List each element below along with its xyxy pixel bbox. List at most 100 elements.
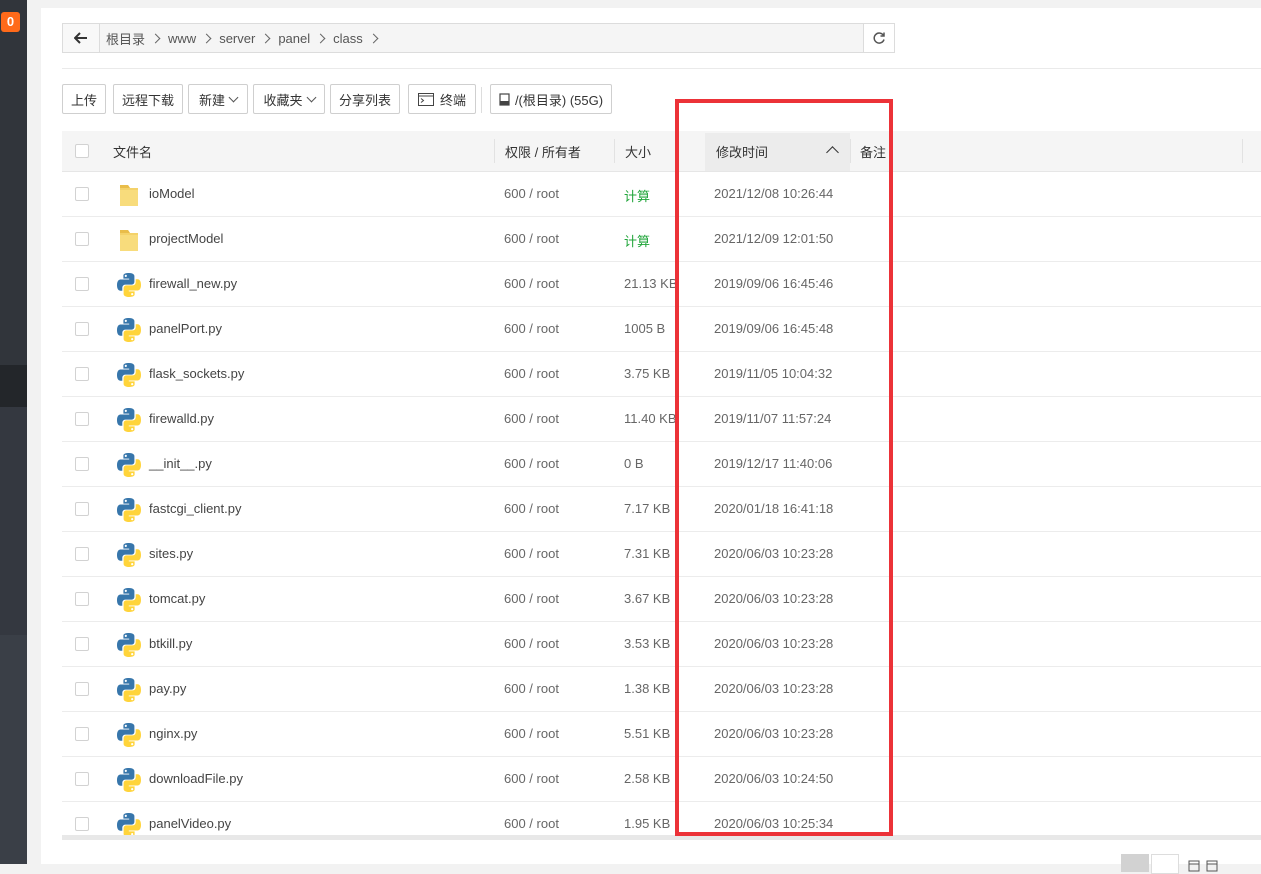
pagination-button[interactable]: [1151, 854, 1179, 874]
file-row[interactable]: panelVideo.py 600 / root 1.95 KB 2020/06/03…: [62, 802, 1261, 836]
file-permission[interactable]: 600 / root: [504, 321, 559, 336]
back-button[interactable]: [63, 24, 100, 52]
view-mode-icon[interactable]: [1188, 858, 1228, 872]
python-file-icon[interactable]: [116, 767, 142, 793]
python-file-icon[interactable]: [116, 542, 142, 568]
file-name[interactable]: panelVideo.py: [149, 816, 231, 831]
file-row[interactable]: tomcat.py 600 / root 3.67 KB 2020/06/03 10:…: [62, 577, 1261, 622]
python-file-icon[interactable]: [116, 362, 142, 388]
file-permission[interactable]: 600 / root: [504, 591, 559, 606]
file-name[interactable]: flask_sockets.py: [149, 366, 244, 381]
notification-badge[interactable]: 0: [1, 12, 20, 32]
column-header-name[interactable]: 文件名: [113, 131, 152, 171]
row-checkbox[interactable]: [75, 187, 89, 201]
file-row[interactable]: downloadFile.py 600 / root 2.58 KB 2020/06/…: [62, 757, 1261, 802]
row-checkbox[interactable]: [75, 682, 89, 696]
breadcrumb-item[interactable]: 根目录: [100, 29, 162, 48]
file-name[interactable]: pay.py: [149, 681, 186, 696]
file-permission[interactable]: 600 / root: [504, 276, 559, 291]
file-row[interactable]: firewall_new.py 600 / root 21.13 KB 2019/09…: [62, 262, 1261, 307]
file-permission[interactable]: 600 / root: [504, 231, 559, 246]
python-file-icon[interactable]: [116, 452, 142, 478]
file-name[interactable]: panelPort.py: [149, 321, 222, 336]
file-permission[interactable]: 600 / root: [504, 546, 559, 561]
pagination-current[interactable]: [1121, 854, 1149, 872]
file-permission[interactable]: 600 / root: [504, 411, 559, 426]
favorites-dropdown-button[interactable]: 收藏夹: [253, 84, 325, 114]
column-header-mtime[interactable]: 修改时间: [716, 131, 768, 171]
terminal-button[interactable]: 终端: [408, 84, 476, 114]
share-list-button[interactable]: 分享列表: [330, 84, 400, 114]
upload-button[interactable]: 上传: [62, 84, 106, 114]
breadcrumb-item[interactable]: www: [162, 31, 213, 46]
row-checkbox[interactable]: [75, 727, 89, 741]
column-header-permission[interactable]: 权限 / 所有者: [505, 131, 581, 171]
select-all-checkbox[interactable]: [75, 144, 89, 158]
file-row[interactable]: sites.py 600 / root 7.31 KB 2020/06/03 10:2…: [62, 532, 1261, 577]
file-name[interactable]: fastcgi_client.py: [149, 501, 242, 516]
refresh-button[interactable]: [863, 23, 895, 53]
python-file-icon[interactable]: [116, 272, 142, 298]
file-name[interactable]: firewall_new.py: [149, 276, 237, 291]
file-row[interactable]: flask_sockets.py 600 / root 3.75 KB 2019/11…: [62, 352, 1261, 397]
disk-button[interactable]: /(根目录) (55G): [490, 84, 612, 114]
horizontal-scrollbar[interactable]: [62, 835, 1261, 840]
python-file-icon[interactable]: [116, 317, 142, 343]
file-size[interactable]: 计算: [624, 231, 676, 250]
file-name[interactable]: sites.py: [149, 546, 193, 561]
row-checkbox[interactable]: [75, 547, 89, 561]
row-checkbox[interactable]: [75, 502, 89, 516]
file-name[interactable]: ioModel: [149, 186, 195, 201]
file-row[interactable]: __init__.py 600 / root 0 B 2019/12/17 11:40…: [62, 442, 1261, 487]
python-file-icon[interactable]: [116, 497, 142, 523]
column-header-size[interactable]: 大小: [625, 131, 651, 171]
file-permission[interactable]: 600 / root: [504, 501, 559, 516]
file-row[interactable]: firewalld.py 600 / root 11.40 KB 2019/11/07…: [62, 397, 1261, 442]
file-permission[interactable]: 600 / root: [504, 636, 559, 651]
python-file-icon[interactable]: [116, 587, 142, 613]
row-checkbox[interactable]: [75, 412, 89, 426]
file-name[interactable]: __init__.py: [149, 456, 212, 471]
folder-icon[interactable]: [116, 227, 142, 253]
file-name[interactable]: firewalld.py: [149, 411, 214, 426]
python-file-icon[interactable]: [116, 722, 142, 748]
row-checkbox[interactable]: [75, 277, 89, 291]
file-permission[interactable]: 600 / root: [504, 456, 559, 471]
row-checkbox[interactable]: [75, 457, 89, 471]
python-file-icon[interactable]: [116, 812, 142, 836]
file-name[interactable]: projectModel: [149, 231, 223, 246]
file-row[interactable]: nginx.py 600 / root 5.51 KB 2020/06/03 10:2…: [62, 712, 1261, 757]
file-name[interactable]: downloadFile.py: [149, 771, 243, 786]
row-checkbox[interactable]: [75, 592, 89, 606]
row-checkbox[interactable]: [75, 322, 89, 336]
file-name[interactable]: nginx.py: [149, 726, 197, 741]
file-name[interactable]: btkill.py: [149, 636, 192, 651]
folder-icon[interactable]: [116, 182, 142, 208]
file-permission[interactable]: 600 / root: [504, 771, 559, 786]
remote-download-button[interactable]: 远程下载: [113, 84, 183, 114]
row-checkbox[interactable]: [75, 637, 89, 651]
file-row[interactable]: fastcgi_client.py 600 / root 7.17 KB 2020/0…: [62, 487, 1261, 532]
file-permission[interactable]: 600 / root: [504, 681, 559, 696]
file-permission[interactable]: 600 / root: [504, 816, 559, 831]
python-file-icon[interactable]: [116, 632, 142, 658]
python-file-icon[interactable]: [116, 677, 142, 703]
breadcrumb-item[interactable]: server: [213, 31, 272, 46]
file-name[interactable]: tomcat.py: [149, 591, 205, 606]
file-row[interactable]: btkill.py 600 / root 3.53 KB 2020/06/03 10:…: [62, 622, 1261, 667]
file-permission[interactable]: 600 / root: [504, 726, 559, 741]
row-checkbox[interactable]: [75, 817, 89, 831]
file-size[interactable]: 计算: [624, 186, 676, 205]
file-permission[interactable]: 600 / root: [504, 186, 559, 201]
file-permission[interactable]: 600 / root: [504, 366, 559, 381]
file-row[interactable]: ioModel 600 / root 计算 2021/12/08 10:26:44: [62, 172, 1261, 217]
file-row[interactable]: pay.py 600 / root 1.38 KB 2020/06/03 10:23:…: [62, 667, 1261, 712]
sidebar-item-active[interactable]: [0, 365, 27, 407]
breadcrumb-item[interactable]: class: [327, 31, 380, 46]
row-checkbox[interactable]: [75, 367, 89, 381]
python-file-icon[interactable]: [116, 407, 142, 433]
file-row[interactable]: projectModel 600 / root 计算 2021/12/09 12:01…: [62, 217, 1261, 262]
column-header-note[interactable]: 备注: [860, 131, 886, 171]
file-row[interactable]: panelPort.py 600 / root 1005 B 2019/09/06 1…: [62, 307, 1261, 352]
row-checkbox[interactable]: [75, 772, 89, 786]
